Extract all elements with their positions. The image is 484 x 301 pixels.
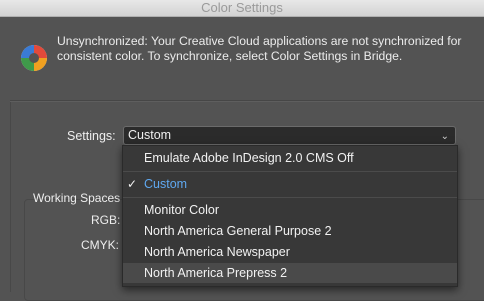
menu-item-na-newspaper[interactable]: North America Newspaper [123,242,457,262]
menu-item-label: North America General Purpose 2 [144,224,332,238]
window-title: Color Settings [201,0,283,15]
menu-item-label: Custom [144,177,188,191]
menu-item-monitor-color[interactable]: Monitor Color [123,200,457,220]
settings-dropdown-menu: Emulate Adobe InDesign 2.0 CMS Off ✓ Cus… [122,145,458,287]
settings-selected-value: Custom [128,128,172,142]
menu-item-label: North America Prepress 2 [144,266,288,280]
rgb-label: RGB: [91,213,121,227]
menu-item-na-prepress-2[interactable]: North America Prepress 2 [123,263,457,283]
menu-item-label: North America Newspaper [144,245,290,259]
checkmark-icon: ✓ [127,177,138,191]
menu-item-na-general-purpose-2[interactable]: North America General Purpose 2 [123,221,457,241]
window-titlebar: Color Settings [0,0,484,17]
settings-label: Settings: [67,129,116,143]
cmyk-label: CMYK: [81,238,120,252]
menu-separator [123,171,457,172]
working-spaces-label: Working Spaces [33,191,121,205]
menu-separator [123,197,457,198]
settings-dropdown[interactable]: Custom ⌄ [123,126,456,145]
chevron-down-icon: ⌄ [440,131,449,142]
menu-item-custom[interactable]: ✓ Custom [123,174,457,194]
menu-item-emulate-indesign[interactable]: Emulate Adobe InDesign 2.0 CMS Off [123,148,457,168]
sync-status-message: Unsynchronized: Your Creative Cloud appl… [57,34,462,63]
menu-item-label: Monitor Color [144,203,220,217]
menu-item-label: Emulate Adobe InDesign 2.0 CMS Off [144,151,354,165]
color-sync-wheel-icon [21,45,47,71]
